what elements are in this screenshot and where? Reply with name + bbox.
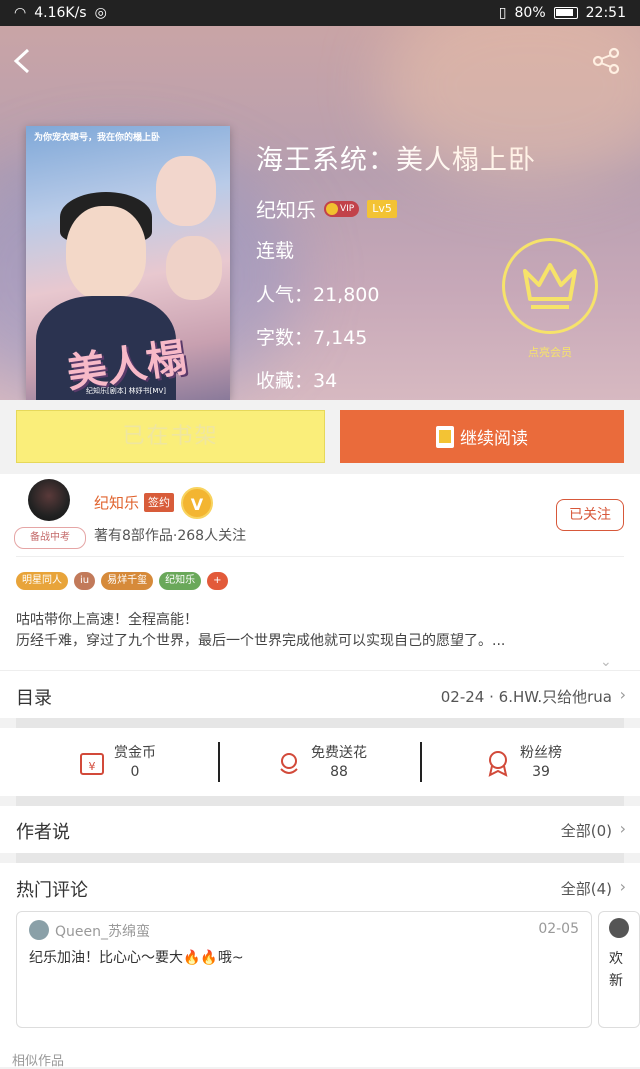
status-bar: ◠ 4.16K/s ◎ ▯ 80% 22:51 <box>0 0 640 26</box>
in-shelf-button[interactable]: 已在书架 <box>16 410 325 463</box>
crown-icon <box>523 263 577 309</box>
book-icon <box>436 425 454 448</box>
comment-text: 纪乐加油！比心心～要大🔥🔥哦~ <box>29 950 244 966</box>
author-info: 著有8部作品·268人关注 <box>94 528 247 544</box>
book-author[interactable]: 纪知乐 <box>256 194 316 223</box>
svg-text:¥: ¥ <box>89 760 96 773</box>
divider <box>16 556 624 557</box>
author-avatar[interactable] <box>28 479 70 521</box>
network-speed: 4.16K/s <box>34 5 87 21</box>
comment-card[interactable]: Queen_苏绵蛮 02-05 纪乐加油！比心心～要大🔥🔥哦~ <box>16 911 592 1028</box>
battery-percent: 80% <box>514 5 546 21</box>
add-tag-button[interactable]: + <box>207 572 228 590</box>
toc-row[interactable]: 目录 02-24 · 6.HW.只给他rua › <box>0 670 640 718</box>
book-description[interactable]: 咕咕带你上高速！全程高能！ 历经千难，穿过了九个世界，最后一个世界完成他就可以实… <box>16 610 616 652</box>
hot-comments-label: 热门评论 <box>16 880 88 901</box>
battery-icon <box>553 7 578 19</box>
tag-item[interactable]: 明星同人 <box>16 572 68 590</box>
tag-item[interactable]: iu <box>74 572 96 590</box>
similar-works-label: 相似作品 <box>12 1054 65 1069</box>
flower-icon <box>280 753 298 774</box>
vip-icon <box>326 202 338 215</box>
followed-button[interactable]: 已关注 <box>556 499 624 531</box>
author-says-label: 作者说 <box>16 822 70 843</box>
share-icon[interactable] <box>590 46 622 76</box>
word-count: 字数：7,145 <box>256 327 368 349</box>
chevron-right-icon[interactable]: › <box>620 877 626 896</box>
cover-credits: 纪知乐[剧本] 林妤书[MV] <box>86 387 166 395</box>
commenter-name[interactable]: Queen_苏绵蛮 <box>55 921 150 941</box>
vibrate-icon: ▯ <box>498 5 507 21</box>
level-badge: Lv5 <box>367 199 397 218</box>
tag-list: 明星同人 iu 易烊千玺 纪知乐 + <box>16 572 228 590</box>
tag-item[interactable]: 易烊千玺 <box>101 572 154 590</box>
author-says-row[interactable]: 作者说 全部(0) › <box>0 806 640 853</box>
send-flower-button[interactable]: 免费送花 88 <box>220 740 422 786</box>
book-cover[interactable]: 为你宠衣晾号，我在你的榻上卧 美人榻 纪知乐[剧本] 林妤书[MV] <box>26 126 230 400</box>
chevron-right-icon: › <box>619 819 626 838</box>
favorites-count: 收藏：34 <box>256 370 338 392</box>
signed-badge: 签约 <box>144 493 174 512</box>
author-name[interactable]: 纪知乐 <box>94 492 139 513</box>
reward-coins-button[interactable]: ¥ 赏金币 0 <box>16 740 218 786</box>
member-label[interactable]: 点亮会员 <box>502 344 598 360</box>
book-header: 为你宠衣晾号，我在你的榻上卧 美人榻 纪知乐[剧本] 林妤书[MV] 海王系统：… <box>0 26 640 400</box>
book-title: 海王系统：美人榻上卧 <box>256 145 536 176</box>
fan-ranking-button[interactable]: 粉丝榜 39 <box>422 740 624 786</box>
expand-chevron-icon[interactable]: ⌄ <box>600 654 612 670</box>
chevron-right-icon: › <box>619 685 626 704</box>
medal-icon <box>488 751 508 777</box>
data-saver-icon: ◎ <box>94 5 107 21</box>
comment-date: 02-05 <box>538 921 579 937</box>
clock: 22:51 <box>585 5 626 21</box>
author-says-count: 全部(0) <box>560 822 612 840</box>
commenter-avatar <box>609 918 629 938</box>
toc-label: 目录 <box>16 688 52 709</box>
continue-reading-button[interactable]: 继续阅读 <box>340 410 624 463</box>
comment-card-next[interactable]: 欢 新 <box>598 911 640 1028</box>
book-author-row: 纪知乐 VIP Lv5 <box>256 194 397 223</box>
cover-tagline: 为你宠衣晾号，我在你的榻上卧 <box>34 133 161 143</box>
vip-badge: VIP <box>324 200 360 217</box>
back-icon[interactable] <box>10 46 34 76</box>
latest-chapter: 02-24 · 6.HW.只给他rua <box>440 688 612 706</box>
popularity: 人气：21,800 <box>256 284 380 306</box>
commenter-avatar[interactable] <box>29 920 49 940</box>
hot-comments-count[interactable]: 全部(4) <box>561 878 612 899</box>
verified-v-icon: V <box>181 487 213 519</box>
tag-item[interactable]: 纪知乐 <box>159 572 202 590</box>
member-crown-button[interactable] <box>502 238 598 334</box>
serial-status: 连载 <box>256 240 295 262</box>
avatar-frame-tag: 备战中考 <box>14 527 86 549</box>
coin-envelope-icon: ¥ <box>80 753 104 775</box>
wifi-icon: ◠ <box>14 5 27 21</box>
